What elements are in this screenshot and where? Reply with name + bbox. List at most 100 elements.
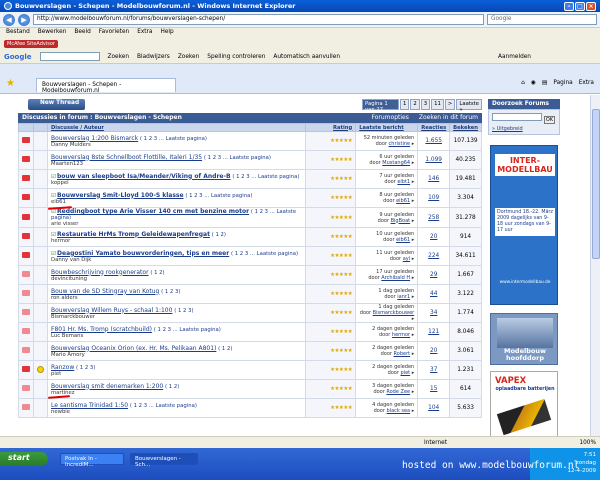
go-last-post-icon[interactable]: ▸ (412, 160, 415, 166)
replies-count[interactable]: 37 (417, 360, 451, 380)
last-post-user-link[interactable]: hermor (392, 332, 410, 338)
mcafee-button[interactable]: McAfee SiteAdvisor (4, 40, 58, 48)
menu-beeld[interactable]: Beeld (74, 29, 90, 37)
taskbar-item-browser[interactable]: Bouwverslagen - Sch... (130, 453, 198, 468)
menu-favorieten[interactable]: Favorieten (99, 29, 129, 37)
spellcheck-button[interactable]: Spelling controleren (207, 54, 265, 60)
maximize-button[interactable]: □ (575, 1, 585, 11)
last-post-user-link[interactable]: Mustang64 (382, 160, 410, 166)
taskbar-item-mail[interactable]: Postvak In - IncrediM... (60, 453, 124, 468)
go-last-post-icon[interactable]: ▸ (412, 198, 415, 204)
last-post-user-link[interactable]: BigBoat (391, 218, 411, 224)
thread-author[interactable]: Luc Bemans (51, 333, 83, 339)
zoom-level[interactable]: 100% (579, 440, 596, 446)
page-menu[interactable]: Pagina (553, 80, 572, 86)
replies-count[interactable]: 258 (417, 207, 451, 228)
last-post-user-link[interactable]: Robert (394, 351, 411, 357)
thread-title-link[interactable]: Bouwverslag Smit-Lloyd 100-S klasse (57, 192, 184, 199)
thread-pages-link[interactable]: ( 1 2 3 ... Laatste pagina) (204, 155, 271, 161)
ad-modelbouw-hoofddorp[interactable]: Modelbouw hoofddorp (490, 313, 558, 365)
search-input[interactable]: Google (487, 14, 597, 25)
table-row[interactable]: Le santisma Trinidad 1:50 ( 1 2 3 ... La… (18, 398, 482, 418)
minimize-button[interactable]: – (564, 1, 574, 11)
thread-pages-link[interactable]: ( 1 2) (165, 384, 179, 390)
scrollbar-thumb[interactable] (592, 109, 600, 259)
thread-author[interactable]: devincituning (51, 276, 87, 282)
last-post-user-link[interactable]: Archibald H (381, 275, 410, 281)
thread-pages-link[interactable]: ( 1 2 3) (76, 365, 95, 371)
table-row[interactable]: Bouwverslag Willem Ruys - schaal 1:100 (… (18, 303, 482, 323)
table-row[interactable]: F801 Hr. Ms. Tromp (scratchbuild) ( 1 2 … (18, 322, 482, 342)
go-last-post-icon[interactable]: ▸ (412, 256, 415, 262)
home-icon[interactable]: ⌂ (521, 80, 525, 86)
ad-intermodellbau[interactable]: INTER- MODELLBAU Dortmund 18.-22. März 20… (490, 145, 558, 305)
thread-title-link[interactable]: Bouwverslag 8ste Schnellboot Flottille, … (51, 154, 202, 161)
pager-next[interactable]: > (444, 99, 456, 110)
thread-title-link[interactable]: Restauratie HrMs Tromp Geleidewapenfrega… (57, 231, 210, 238)
url-input[interactable]: http://www.modelbouwforum.nl/forums/bouw… (33, 14, 484, 25)
print-icon[interactable]: ▤ (542, 80, 547, 86)
thread-pages-link[interactable]: ( 1 2 3 ... Laatste pagina) (130, 403, 197, 409)
thread-title-link[interactable]: Bouwverslag Oceanix Orion (ex. Hr. Ms. P… (51, 345, 216, 352)
start-button[interactable]: start (0, 452, 48, 466)
replies-count[interactable]: 1.099 (417, 150, 451, 170)
thread-title-link[interactable]: Bouwverslag Willem Ruys - schaal 1:100 (51, 307, 172, 314)
thread-pages-link[interactable]: ( 1 2 3 ... Laatste pagina) (140, 136, 207, 142)
table-row[interactable]: ☑Reddingboot type Arie Visser 140 cm met… (18, 207, 482, 228)
go-last-post-icon[interactable]: ▸ (412, 275, 415, 281)
sidebar-search-input[interactable] (492, 113, 542, 121)
thread-pages-link[interactable]: ( 1 2) (212, 232, 226, 238)
zoeken-button[interactable]: Zoeken (178, 54, 199, 60)
table-row[interactable]: Bouwverslag 8ste Schnellboot Flottille, … (18, 150, 482, 170)
last-post-user-link[interactable]: piet (401, 370, 411, 376)
thread-author[interactable]: Mario Amory (51, 352, 85, 358)
ad-vapex[interactable]: VAPEX oplaadbare batterijen (490, 371, 558, 437)
favorites-star-icon[interactable]: ★ (6, 78, 15, 89)
search-forum-menu[interactable]: Zoeken in dit forum (419, 114, 478, 122)
thread-title-link[interactable]: F801 Hr. Ms. Tromp (scratchbuild) (51, 326, 152, 333)
table-row[interactable]: ☑bouw van sleepboot Isa/Meander/Viking o… (18, 169, 482, 189)
last-post-user-link[interactable]: Rode Zee (386, 389, 410, 395)
go-last-post-icon[interactable]: ▸ (412, 370, 415, 376)
advanced-search-link[interactable]: » Uitgebreid (492, 126, 556, 132)
thread-pages-link[interactable]: ( 1 2) (218, 346, 232, 352)
go-last-post-icon[interactable]: ▸ (412, 141, 415, 147)
thread-pages-link[interactable]: ( 1 2 3 ... Laatste pagina) (232, 174, 299, 180)
col-rating[interactable]: Rating (305, 123, 357, 132)
thread-pages-link[interactable]: ( 1 2 3 ... Laatste pagina) (185, 193, 252, 199)
go-last-post-icon[interactable]: ▸ (412, 389, 415, 395)
go-last-post-icon[interactable]: ▸ (412, 351, 415, 357)
autofill-button[interactable]: Automatisch aanvullen (273, 54, 340, 60)
thread-title-link[interactable]: Bouw van de SD Stingray van Kotug (51, 288, 159, 295)
last-post-user-link[interactable]: ayl (403, 256, 410, 262)
go-last-post-icon[interactable]: ▸ (412, 294, 415, 300)
thread-author[interactable]: Danny van Dijk (51, 257, 91, 263)
menu-bestand[interactable]: Bestand (6, 29, 30, 37)
close-button[interactable]: × (586, 1, 596, 11)
back-icon[interactable]: ◀ (3, 13, 15, 26)
thread-author[interactable]: eib61 (51, 199, 66, 205)
new-thread-button[interactable]: New Thread (28, 99, 86, 110)
col-discussie[interactable]: Discussie / Auteur (46, 123, 307, 132)
go-last-post-icon[interactable]: ▸ (412, 237, 415, 243)
col-reacties[interactable]: Reacties (417, 123, 451, 132)
pager-page-1[interactable]: 1 (400, 99, 410, 110)
go-last-post-icon[interactable]: ▸ (412, 408, 415, 414)
feed-icon[interactable]: ◉ (531, 80, 536, 86)
last-post-user-link[interactable]: eib61 (396, 237, 410, 243)
thread-author[interactable]: Maarten123 (51, 161, 83, 167)
menu-bewerken[interactable]: Bewerken (38, 29, 67, 37)
thread-pages-link[interactable]: ( 1 2) (150, 270, 164, 276)
pager-page-2[interactable]: 2 (410, 99, 420, 110)
replies-count[interactable]: 34 (417, 303, 451, 323)
thread-author[interactable]: koppel (51, 180, 69, 186)
go-last-post-icon[interactable]: ▸ (412, 179, 415, 185)
google-search-button[interactable]: Zoeken (108, 54, 129, 60)
replies-count[interactable]: 20 (417, 341, 451, 361)
pager-page-11[interactable]: 11 (431, 99, 444, 110)
thread-title-link[interactable]: Le santisma Trinidad 1:50 (51, 402, 128, 409)
signin-button[interactable]: Aanmelden (498, 54, 531, 60)
go-last-post-icon[interactable]: ▸ (412, 332, 415, 338)
pager-page-3[interactable]: 3 (420, 99, 431, 110)
last-post-user-link[interactable]: ianr1 (397, 294, 410, 300)
